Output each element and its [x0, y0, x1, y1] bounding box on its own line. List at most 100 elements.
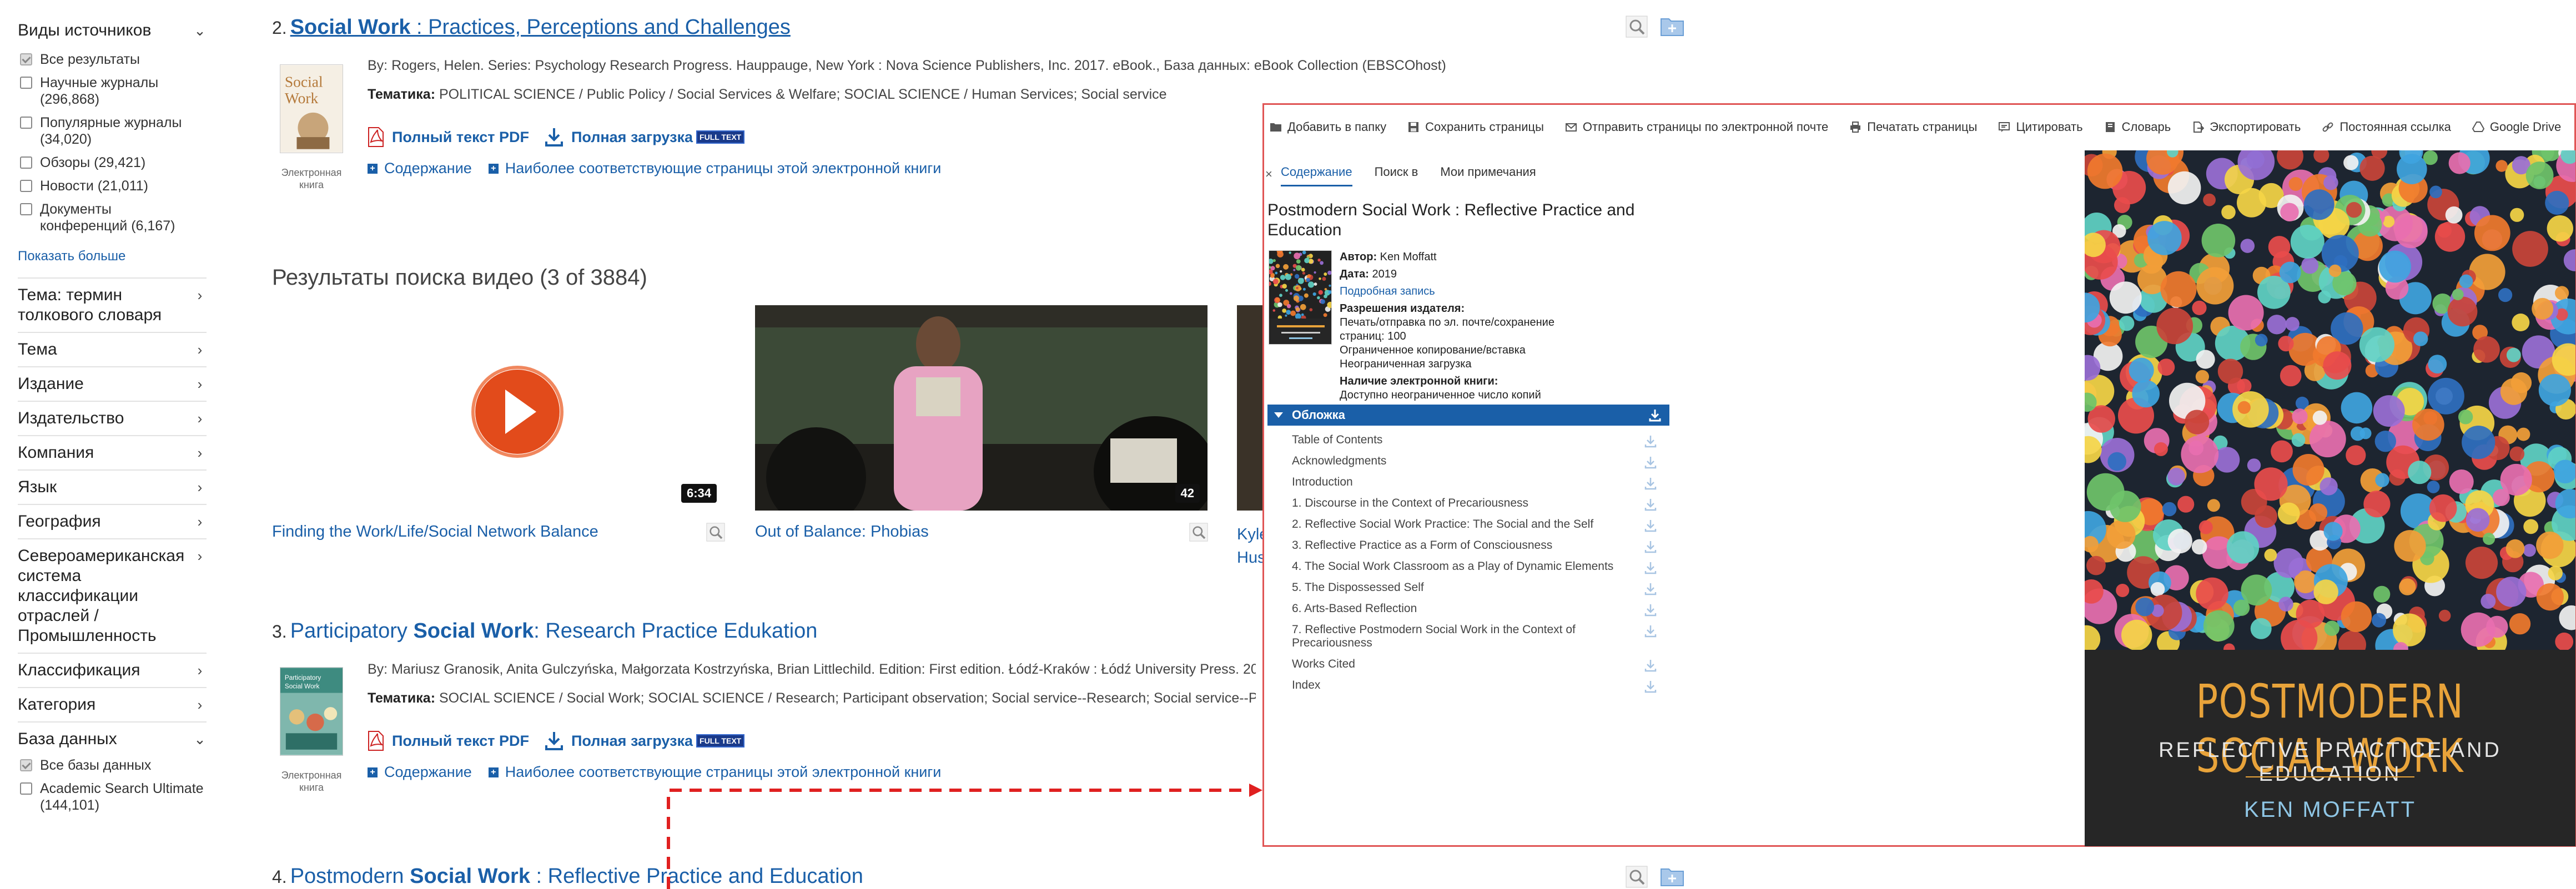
- video-thumbnail[interactable]: 6:34: [272, 305, 724, 511]
- toolbar-cite[interactable]: Цитировать: [1998, 120, 2083, 134]
- video-title-link[interactable]: Finding the Work/Life/Social Network Bal…: [272, 523, 598, 541]
- title-rest[interactable]: : Practices, Perceptions and Challenges: [411, 16, 791, 39]
- relevant-pages-link[interactable]: Наиболее соответствующие страницы этой э…: [505, 160, 942, 177]
- pdf-fulltext-link[interactable]: Полный текст PDF: [392, 733, 529, 750]
- preview-magnifier-icon[interactable]: [1626, 16, 1648, 38]
- title-rest[interactable]: : Research Practice Edukation: [534, 619, 817, 643]
- filter-conference-papers[interactable]: Документы конференций (6,167): [18, 201, 207, 234]
- tab-search-within[interactable]: Поиск в: [1375, 165, 1418, 186]
- facet-database-header[interactable]: База данных ⌄: [18, 721, 207, 756]
- facet-classification[interactable]: Классификация ›: [18, 653, 207, 687]
- preview-magnifier-icon[interactable]: [1626, 866, 1648, 888]
- title-highlight[interactable]: Social Work: [413, 619, 534, 643]
- checkbox[interactable]: [20, 77, 32, 89]
- filter-magazines[interactable]: Популярные журналы (34,020): [18, 114, 207, 148]
- title-highlight[interactable]: Social Work: [410, 865, 530, 888]
- toc-item[interactable]: Acknowledgments: [1267, 454, 1669, 469]
- download-icon[interactable]: [1644, 659, 1657, 672]
- full-download-link[interactable]: Полная загрузка: [571, 733, 693, 750]
- show-more-link[interactable]: Показать больше: [18, 249, 233, 264]
- pdf-fulltext-link[interactable]: Полный текст PDF: [392, 129, 529, 146]
- book-thumbnail[interactable]: Social Work: [280, 64, 343, 153]
- detailed-record-link[interactable]: Подробная запись: [1340, 285, 1651, 299]
- facet-publisher[interactable]: Издательство ›: [18, 401, 207, 435]
- facet-category[interactable]: Категория ›: [18, 687, 207, 721]
- download-icon[interactable]: [1644, 477, 1657, 490]
- plus-icon[interactable]: +: [488, 767, 499, 777]
- filter-academic-search-ultimate[interactable]: Academic Search Ultimate (144,101): [18, 780, 207, 814]
- contents-link[interactable]: Содержание: [384, 764, 472, 781]
- book-thumbnail[interactable]: Participatory Social Work: [280, 667, 343, 756]
- toolbar-google-drive[interactable]: Google Drive: [2472, 120, 2561, 134]
- checkbox[interactable]: [20, 203, 32, 215]
- facet-geography[interactable]: География ›: [18, 504, 207, 538]
- plus-icon[interactable]: +: [488, 163, 499, 174]
- toolbar-dictionary[interactable]: Словарь: [2104, 120, 2171, 134]
- download-icon[interactable]: [1648, 408, 1662, 422]
- download-icon[interactable]: [1644, 561, 1657, 574]
- preview-magnifier-icon[interactable]: [706, 523, 725, 542]
- download-icon[interactable]: [1644, 603, 1657, 617]
- add-to-folder-icon[interactable]: [1660, 14, 1684, 37]
- download-icon[interactable]: [1644, 582, 1657, 595]
- title-part[interactable]: Postmodern: [290, 865, 410, 888]
- result-title[interactable]: 4. Postmodern Social Work : Reflective Pr…: [272, 865, 863, 888]
- title-part[interactable]: Participatory: [290, 619, 414, 643]
- toolbar-export[interactable]: Экспортировать: [2192, 120, 2301, 134]
- download-icon[interactable]: [1644, 435, 1657, 448]
- video-title-link[interactable]: Out of Balance: Phobias: [755, 523, 929, 541]
- video-tile[interactable]: 6:34: [272, 305, 724, 511]
- full-download-link[interactable]: Полная загрузка: [571, 129, 693, 146]
- toolbar-print-pages[interactable]: Печатать страницы: [1849, 120, 1977, 134]
- facet-company[interactable]: Компания ›: [18, 435, 207, 469]
- relevant-pages-link[interactable]: Наиболее соответствующие страницы этой э…: [505, 764, 942, 781]
- facet-source-types-header[interactable]: Виды источников ⌄: [18, 17, 207, 44]
- checkbox[interactable]: [20, 782, 32, 795]
- plus-icon[interactable]: +: [368, 163, 378, 174]
- checkbox[interactable]: [20, 759, 32, 771]
- filter-all-results[interactable]: Все результаты: [18, 51, 207, 68]
- video-thumbnail[interactable]: 42: [755, 305, 1208, 511]
- add-to-folder-icon[interactable]: [1660, 865, 1684, 887]
- facet-language[interactable]: Язык ›: [18, 469, 207, 504]
- preview-magnifier-icon[interactable]: [1189, 523, 1208, 542]
- toc-item[interactable]: Table of Contents: [1267, 433, 1669, 448]
- toc-item[interactable]: 7. Reflective Postmodern Social Work in …: [1267, 623, 1669, 650]
- download-icon[interactable]: [1644, 456, 1657, 469]
- toc-item[interactable]: 3. Reflective Practice as a Form of Cons…: [1267, 539, 1669, 553]
- tab-my-notes[interactable]: Мои примечания: [1440, 165, 1536, 186]
- contents-link[interactable]: Содержание: [384, 160, 472, 177]
- toolbar-save-pages[interactable]: Сохранить страницы: [1407, 120, 1544, 134]
- toc-item[interactable]: 4. The Social Work Classroom as a Play o…: [1267, 560, 1669, 574]
- download-icon[interactable]: [1644, 680, 1657, 693]
- toolbar-permalink[interactable]: Постоянная ссылка: [2322, 120, 2451, 134]
- video-tile[interactable]: 42: [755, 305, 1208, 511]
- filter-reviews[interactable]: Обзоры (29,421): [18, 154, 207, 171]
- book-cover-thumbnail[interactable]: [1269, 250, 1332, 345]
- toolbar-email-pages[interactable]: Отправить страницы по электронной почте: [1565, 120, 1828, 134]
- filter-all-databases[interactable]: Все базы данных: [18, 757, 207, 774]
- play-button-icon[interactable]: [272, 305, 724, 511]
- title-rest[interactable]: : Reflective Practice and Education: [530, 865, 863, 888]
- filter-news[interactable]: Новости (21,011): [18, 178, 207, 194]
- toc-item[interactable]: 5. The Dispossessed Self: [1267, 581, 1669, 595]
- toc-item[interactable]: Index: [1267, 679, 1669, 693]
- toc-item[interactable]: 1. Discourse in the Context of Precariou…: [1267, 497, 1669, 511]
- result-title[interactable]: 3. Participatory Social Work: Research Pr…: [272, 619, 817, 643]
- facet-dictionary-term[interactable]: Тема: термин толкового словаря ›: [18, 277, 207, 332]
- checkbox[interactable]: [20, 53, 32, 65]
- close-icon[interactable]: ×: [1265, 167, 1272, 181]
- plus-icon[interactable]: +: [368, 767, 378, 777]
- toc-item-cover[interactable]: Обложка: [1267, 405, 1669, 426]
- toc-item[interactable]: Introduction: [1267, 476, 1669, 490]
- facet-publication[interactable]: Издание ›: [18, 366, 207, 401]
- title-highlight[interactable]: Social Work: [290, 16, 411, 39]
- download-icon[interactable]: [1644, 624, 1657, 638]
- result-title[interactable]: 2. Social Work : Practices, Perceptions a…: [272, 16, 791, 39]
- checkbox[interactable]: [20, 156, 32, 169]
- checkbox[interactable]: [20, 117, 32, 129]
- facet-subject[interactable]: Тема ›: [18, 332, 207, 366]
- toolbar-add-to-folder[interactable]: Добавить в папку: [1270, 120, 1386, 134]
- toc-item[interactable]: 2. Reflective Social Work Practice: The …: [1267, 518, 1669, 532]
- filter-academic-journals[interactable]: Научные журналы (296,868): [18, 74, 207, 108]
